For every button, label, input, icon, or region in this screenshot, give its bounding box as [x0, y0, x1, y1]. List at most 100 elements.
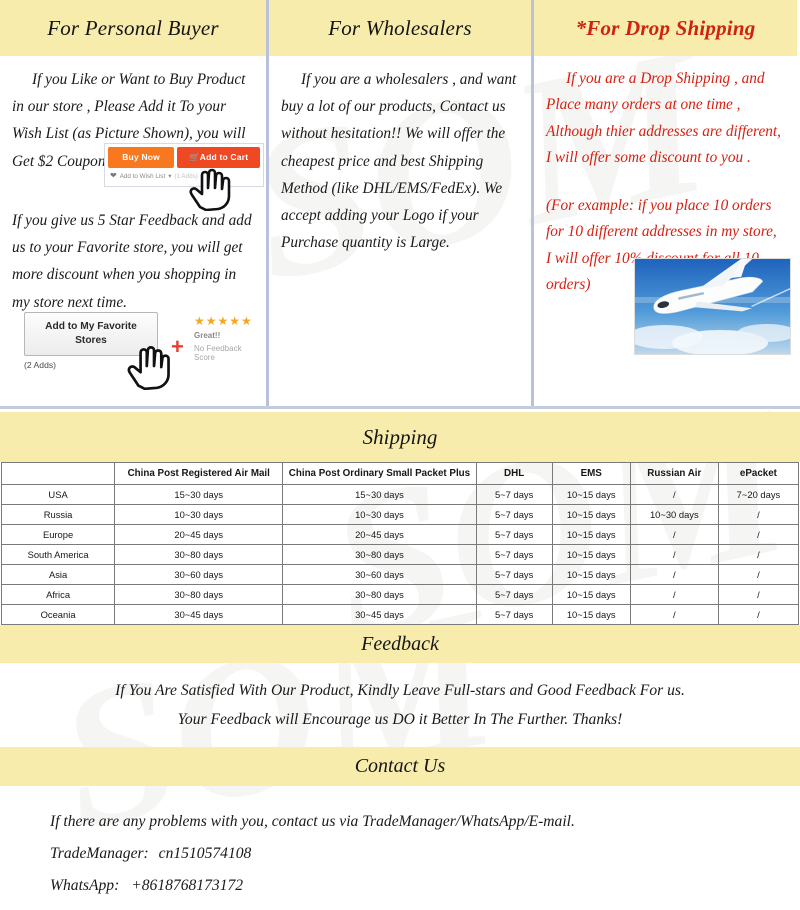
- contact-header-band: Contact Us: [0, 746, 800, 786]
- table-cell: 15~30 days: [282, 484, 477, 505]
- table-cell: 10~30 days: [629, 504, 719, 525]
- whatsapp-label: WhatsApp:: [50, 876, 120, 894]
- table-cell: 5~7 days: [475, 564, 553, 585]
- table-header-cell: Russian Air: [629, 462, 719, 485]
- table-cell: /: [717, 564, 800, 585]
- column-body-wholesalers: If you are a wholesalers , and want buy …: [269, 56, 531, 257]
- table-cell: 5~7 days: [475, 584, 553, 605]
- table-cell: 30~80 days: [114, 544, 284, 565]
- buy-widget-button-row: Buy Now 🛒Add to Cart: [108, 147, 260, 168]
- table-row: Asia 30~60 days 30~60 days 5~7 days 10~1…: [0, 564, 800, 585]
- shipping-table-wrap: China Post Registered Air Mail China Pos…: [0, 462, 800, 625]
- email-row: E-mail: 584281292@qq.com: [50, 902, 800, 910]
- table-cell: 5~7 days: [475, 524, 553, 545]
- column-title-personal-buyer: For Personal Buyer: [0, 0, 266, 56]
- feedback-body: If You Are Satisfied With Our Product, K…: [0, 663, 800, 747]
- table-row: Oceania 30~45 days 30~45 days 5~7 days 1…: [0, 604, 800, 625]
- table-header-cell: China Post Ordinary Small Packet Plus: [282, 462, 477, 485]
- table-cell: 10~15 days: [551, 564, 631, 585]
- trademanager-row: TradeManager: cn1510574108: [50, 838, 800, 870]
- table-cell: 30~80 days: [114, 584, 284, 605]
- table-cell: /: [629, 584, 719, 605]
- table-cell: 10~30 days: [114, 504, 284, 525]
- table-cell: 15~30 days: [114, 484, 284, 505]
- table-cell: 30~60 days: [114, 564, 284, 585]
- table-header-cell: ePacket: [717, 462, 800, 485]
- airplane-photo: [634, 258, 791, 355]
- table-cell: /: [717, 524, 800, 545]
- table-cell-region: South America: [0, 544, 116, 565]
- contact-title: Contact Us: [354, 754, 446, 777]
- shipping-title: Shipping: [362, 424, 438, 449]
- table-header-cell: China Post Registered Air Mail: [114, 462, 284, 485]
- column-title-drop-shipping: *For Drop Shipping: [534, 0, 797, 56]
- whatsapp-row: WhatsApp: +8618768173172: [50, 870, 800, 902]
- table-row: USA 15~30 days 15~30 days 5~7 days 10~15…: [0, 484, 800, 505]
- table-row: Europe 20~45 days 20~45 days 5~7 days 10…: [0, 524, 800, 545]
- column-wholesalers: For Wholesalers If you are a wholesalers…: [266, 0, 791, 406]
- table-cell-region: Africa: [0, 584, 116, 605]
- table-header-cell: EMS: [551, 462, 631, 485]
- heart-icon: ❤: [110, 171, 117, 180]
- table-cell: 10~30 days: [282, 504, 477, 525]
- favorite-store-widget: Add to My Favorite Stores (2 Adds) + ★★★…: [24, 312, 264, 390]
- trademanager-value: cn1510574108: [158, 844, 252, 862]
- feedback-line-2: Your Feedback will Encourage us DO it Be…: [177, 710, 623, 728]
- add-to-favorite-stores-button[interactable]: Add to My Favorite Stores: [24, 312, 158, 356]
- table-cell-region: Oceania: [0, 604, 116, 625]
- add-to-cart-button[interactable]: 🛒Add to Cart: [177, 147, 260, 168]
- wish-list-row[interactable]: ❤ Add to Wish List ▾ (1 Adds): [108, 172, 260, 180]
- table-cell: 30~60 days: [282, 564, 477, 585]
- contact-intro: If there are any problems with you, cont…: [50, 812, 575, 830]
- table-cell: /: [629, 604, 719, 625]
- table-cell: 10~15 days: [551, 484, 631, 505]
- promo-page: SOM SOM SOM For Personal Buyer If you Li…: [0, 0, 800, 910]
- great-label: Great!!: [194, 331, 221, 340]
- wholesalers-paragraph-1: If you are a wholesalers , and want buy …: [281, 71, 517, 252]
- table-header-cell: [0, 462, 116, 485]
- trademanager-label: TradeManager:: [50, 844, 149, 862]
- add-to-cart-label: Add to Cart: [199, 152, 249, 162]
- table-cell: 5~7 days: [475, 604, 553, 625]
- info-columns: For Personal Buyer If you Like or Want t…: [0, 0, 800, 409]
- no-feedback-score-label: No Feedback Score: [194, 344, 242, 362]
- table-cell: 10~15 days: [551, 604, 631, 625]
- table-cell-region: Asia: [0, 564, 116, 585]
- table-cell: 10~15 days: [551, 504, 631, 525]
- table-cell: 7~20 days: [717, 484, 800, 505]
- table-cell: /: [629, 524, 719, 545]
- table-cell: /: [629, 544, 719, 565]
- table-header-row: China Post Registered Air Mail China Pos…: [0, 462, 800, 485]
- table-cell: 10~15 days: [551, 524, 631, 545]
- table-cell: 5~7 days: [475, 484, 553, 505]
- column-personal-buyer: For Personal Buyer If you Like or Want t…: [0, 0, 266, 406]
- table-cell: 10~15 days: [551, 544, 631, 565]
- whatsapp-value: +8618768173172: [131, 876, 244, 894]
- feedback-header-band: Feedback: [0, 625, 800, 663]
- table-row: South America 30~80 days 30~80 days 5~7 …: [0, 544, 800, 565]
- table-cell: 30~45 days: [282, 604, 477, 625]
- table-cell: /: [717, 584, 800, 605]
- table-cell: 20~45 days: [114, 524, 284, 545]
- chevron-down-icon: ▾: [168, 172, 172, 180]
- drop-shipping-paragraph-1: If you are a Drop Shipping , and Place m…: [546, 70, 781, 166]
- feedback-title: Feedback: [361, 632, 439, 655]
- buy-now-button[interactable]: Buy Now: [108, 147, 175, 168]
- buy-now-widget: Buy Now 🛒Add to Cart ❤ Add to Wish List …: [104, 143, 264, 187]
- table-cell: 20~45 days: [282, 524, 477, 545]
- table-cell-region: Europe: [0, 524, 116, 545]
- feedback-score-block: ★★★★★ Great!! No Feedback Score: [194, 315, 264, 362]
- table-row: Russia 10~30 days 10~30 days 5~7 days 10…: [0, 504, 800, 525]
- table-cell: 30~45 days: [114, 604, 284, 625]
- column-title-wholesalers: For Wholesalers: [269, 0, 531, 56]
- wish-list-count: (1 Adds): [174, 172, 198, 180]
- table-cell: 5~7 days: [475, 504, 553, 525]
- table-cell: 30~80 days: [282, 584, 477, 605]
- shopping-cart-icon: 🛒: [188, 152, 200, 162]
- personal-buyer-paragraph-2: If you give us 5 Star Feedback and add u…: [12, 211, 252, 311]
- feedback-line-1: If You Are Satisfied With Our Product, K…: [115, 682, 685, 699]
- table-cell-region: USA: [0, 484, 116, 505]
- table-cell: 30~80 days: [282, 544, 477, 565]
- table-cell: /: [717, 544, 800, 565]
- table-cell: 10~15 days: [551, 584, 631, 605]
